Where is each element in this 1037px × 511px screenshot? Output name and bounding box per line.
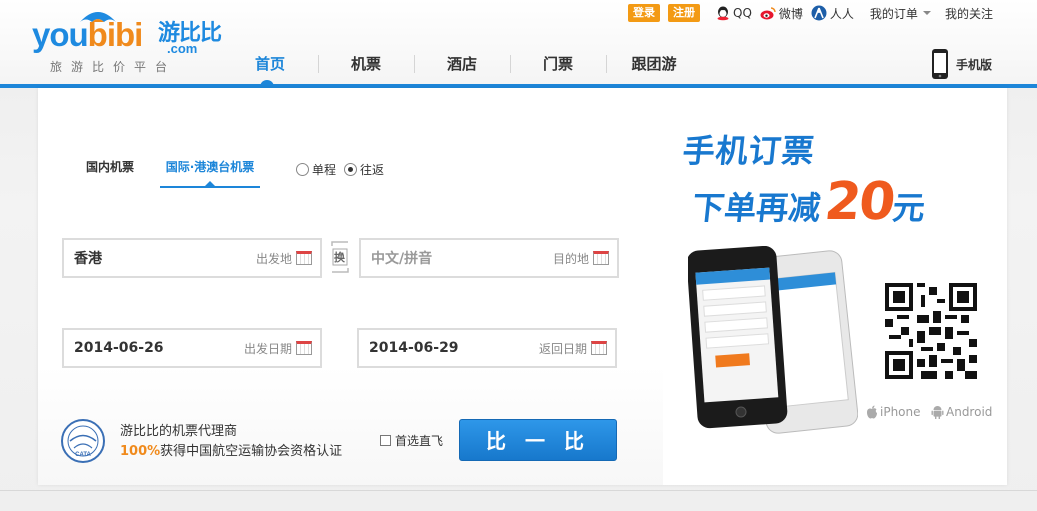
android-icon — [931, 405, 944, 419]
site-header: youbibi 游比比 .com 旅游比价平台 登录 注册 QQ 微博 人人 我 — [0, 0, 1037, 88]
cata-emblem-icon: CATA — [60, 418, 106, 464]
return-date-field[interactable]: 2014-06-29 返回日期 — [357, 328, 617, 368]
compare-search-button[interactable]: 比 一 比 — [459, 419, 617, 461]
ad-headline-2-text: 下单再减 — [690, 189, 823, 227]
nav-label: 酒店 — [446, 54, 477, 73]
city-picker-icon[interactable] — [296, 251, 312, 265]
agent-line-2: 100%获得中国航空运输协会资格认证 — [120, 442, 342, 462]
weibo-label: 微博 — [778, 6, 803, 21]
nav-item-home[interactable]: 首页 — [222, 53, 318, 87]
to-city-field[interactable]: 中文/拼音 目的地 — [359, 238, 619, 278]
agent-line-1: 游比比的机票代理商 — [120, 424, 238, 439]
swap-label: 换 — [334, 251, 345, 264]
return-date-hint: 返回日期 — [538, 341, 587, 356]
cata-label: CATA — [75, 452, 91, 458]
radio-label: 单程 — [312, 163, 337, 177]
register-button[interactable]: 注册 — [668, 4, 700, 22]
radio-label: 往返 — [360, 163, 385, 177]
flight-search-form: 国内机票 国际·港澳台机票 单程 往返 香港 出发地 换 中文/拼音 目的地 2… — [38, 88, 663, 485]
ad-discount-amount: 20 — [821, 172, 897, 232]
smartphones-illustration — [688, 246, 858, 434]
mobile-version-link[interactable]: 手机版 — [930, 48, 992, 80]
depart-date-value: 2014-06-26 — [74, 340, 164, 356]
nav-label: 机票 — [350, 54, 381, 73]
trip-type-radios: 单程 往返 — [296, 161, 392, 178]
qq-login-link[interactable]: QQ — [716, 6, 752, 21]
logo-word-bibi: bibi — [87, 16, 144, 53]
tab-label: 国际·港澳台机票 — [165, 160, 255, 174]
tab-active-arrow — [205, 181, 215, 186]
ad-currency-unit: 元 — [890, 189, 927, 227]
apple-icon — [866, 405, 878, 419]
agent-percentage: 100% — [120, 444, 161, 459]
from-city-hint: 出发地 — [255, 251, 292, 266]
logo-wordmark: youbibi — [32, 16, 144, 53]
weibo-icon — [760, 6, 776, 20]
from-city-value: 香港 — [74, 251, 102, 267]
mobile-version-label: 手机版 — [956, 57, 993, 72]
checkbox[interactable] — [380, 435, 391, 446]
calendar-icon[interactable] — [296, 341, 312, 355]
chevron-down-icon — [922, 11, 931, 15]
login-button[interactable]: 登录 — [628, 4, 660, 22]
radio-button[interactable] — [296, 163, 309, 176]
swap-cities-button[interactable]: 换 — [328, 240, 352, 274]
from-city-field[interactable]: 香港 出发地 — [62, 238, 322, 278]
renren-icon — [811, 5, 827, 21]
android-label: Android — [946, 405, 993, 419]
radio-button[interactable] — [344, 163, 358, 176]
smartphone-icon — [932, 49, 948, 79]
direct-flight-label: 首选直飞 — [395, 434, 444, 448]
nav-item-hotels[interactable]: 酒店 — [414, 53, 510, 74]
nav-label: 门票 — [542, 54, 573, 73]
to-city-hint: 目的地 — [552, 251, 589, 266]
calendar-icon[interactable] — [591, 341, 607, 355]
radio-one-way[interactable]: 单程 — [296, 161, 336, 178]
my-orders-menu[interactable]: 我的订单 — [870, 5, 931, 22]
mobile-app-ad[interactable]: 手机订票 下单再减 20 元 iPhone Android — [663, 88, 1007, 485]
tab-international-flights[interactable]: 国际·港澳台机票 — [160, 148, 260, 188]
main-nav: 首页 机票 酒店 门票 跟团游 — [222, 50, 702, 87]
my-follow-link[interactable]: 我的关注 — [945, 5, 993, 22]
footer-divider — [0, 490, 1037, 491]
qr-code-icon — [885, 283, 977, 379]
depart-date-field[interactable]: 2014-06-26 出发日期 — [62, 328, 322, 368]
return-date-value: 2014-06-29 — [369, 340, 459, 356]
ad-headline-2: 下单再减 20 元 — [690, 172, 929, 232]
city-picker-icon[interactable] — [593, 251, 609, 265]
nav-item-tickets[interactable]: 门票 — [510, 53, 606, 74]
to-city-placeholder: 中文/拼音 — [371, 251, 433, 267]
nav-item-tours[interactable]: 跟团游 — [606, 53, 702, 74]
site-logo[interactable]: youbibi 游比比 .com 旅游比价平台 — [30, 8, 230, 76]
agent-certification-text: 游比比的机票代理商 100%获得中国航空运输协会资格认证 — [120, 422, 342, 462]
ad-headline-1: 手机订票 — [680, 132, 817, 170]
logo-domain: .com — [167, 41, 198, 56]
direct-flight-checkbox[interactable]: 首选直飞 — [380, 432, 443, 449]
iphone-label: iPhone — [880, 405, 921, 419]
logo-tagline: 旅游比价平台 — [50, 60, 177, 74]
top-links-bar: 登录 注册 QQ 微博 人人 我的订单 我的关注 — [628, 3, 993, 23]
depart-date-hint: 出发日期 — [243, 341, 292, 356]
flight-type-tabs: 国内机票 国际·港澳台机票 — [60, 148, 260, 188]
qq-label: QQ — [733, 6, 752, 20]
renren-login-link[interactable]: 人人 — [811, 5, 854, 22]
nav-label: 跟团游 — [631, 54, 677, 73]
nav-item-flights[interactable]: 机票 — [318, 53, 414, 74]
qq-icon — [716, 6, 730, 21]
radio-round-trip[interactable]: 往返 — [344, 161, 384, 178]
agent-line-2-text: 获得中国航空运输协会资格认证 — [160, 444, 343, 459]
nav-label: 首页 — [254, 54, 285, 73]
search-panel: 国内机票 国际·港澳台机票 单程 往返 香港 出发地 换 中文/拼音 目的地 2… — [38, 88, 1007, 485]
tab-domestic-flights[interactable]: 国内机票 — [60, 148, 160, 188]
my-orders-label: 我的订单 — [869, 6, 918, 21]
tab-label: 国内机票 — [85, 160, 134, 174]
weibo-login-link[interactable]: 微博 — [760, 5, 803, 22]
renren-label: 人人 — [829, 6, 854, 21]
platform-android: Android — [931, 405, 992, 419]
platform-iphone: iPhone — [866, 405, 921, 419]
logo-word-you: you — [32, 16, 89, 53]
